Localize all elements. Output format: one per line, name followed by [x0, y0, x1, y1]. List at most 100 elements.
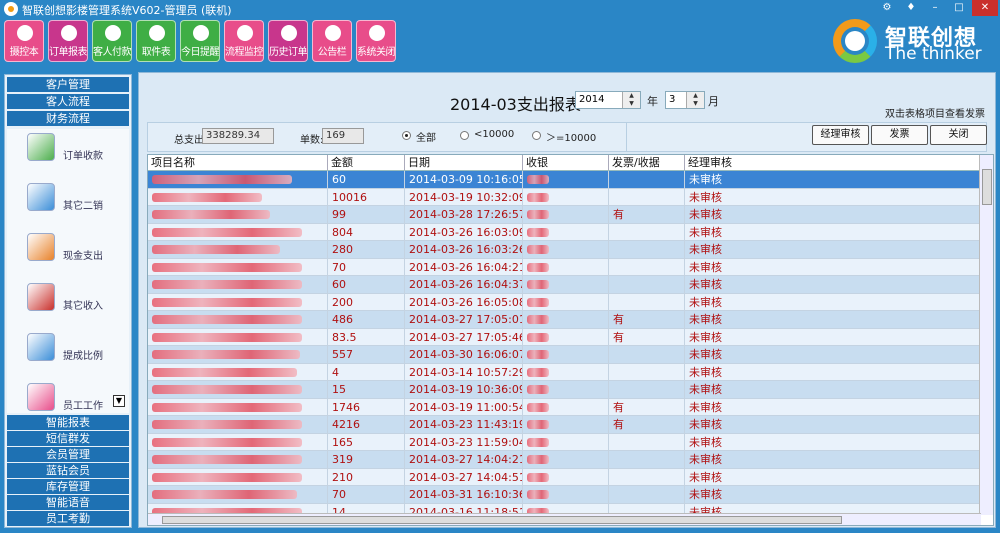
radio-all-label: 全部: [416, 133, 436, 144]
toolbar-button-7[interactable]: 公告栏: [312, 20, 352, 62]
month-spin-arrows[interactable]: ▲ ▼: [686, 92, 704, 108]
finance-item-3[interactable]: 其它收入: [27, 283, 127, 333]
cell-amount: 60: [328, 171, 405, 188]
table-row[interactable]: 557 2014-03-30 16:06:07 未审核: [148, 346, 980, 364]
close-report-button[interactable]: 关闭: [930, 125, 987, 145]
column-header[interactable]: 金额: [328, 155, 405, 170]
finance-item-icon: [27, 283, 55, 311]
table-row[interactable]: 280 2014-03-26 16:03:26 未审核: [148, 241, 980, 259]
radio-all[interactable]: [402, 131, 411, 140]
vertical-scrollbar[interactable]: [979, 155, 993, 515]
redacted-text: [527, 420, 549, 429]
table-row[interactable]: 70 2014-03-26 16:04:21 未审核: [148, 258, 980, 276]
year-spinner[interactable]: 2014 ▲ ▼: [575, 91, 641, 109]
sidebar-section-bottom-6[interactable]: 员工考勤: [7, 511, 129, 526]
cell-date: 2014-03-27 14:04:21: [405, 451, 523, 468]
sidebar-section-bottom-2[interactable]: 会员管理: [7, 447, 129, 462]
table-row[interactable]: 486 2014-03-27 17:05:01 有未审核: [148, 311, 980, 329]
cell-date: 2014-03-26 16:05:08: [405, 293, 523, 311]
redacted-text: [152, 315, 302, 324]
cell-invoice: [609, 486, 685, 503]
column-header[interactable]: 日期: [405, 155, 523, 170]
sidebar-section-1[interactable]: 客人流程: [7, 94, 129, 109]
table-row[interactable]: 165 2014-03-23 11:59:04 未审核: [148, 433, 980, 451]
cell-item-name-redacted: [148, 486, 328, 503]
package-icon: [149, 25, 165, 41]
report-title: 2014-03支出报表: [450, 95, 581, 114]
sidebar-section-0[interactable]: 客户管理: [7, 77, 129, 92]
finance-item-0[interactable]: 订单收款: [27, 133, 127, 183]
month-spinner[interactable]: 3 ▲ ▼: [665, 91, 705, 109]
redacted-text: [152, 367, 297, 377]
table-row[interactable]: 10016 2014-03-19 10:32:09 未审核: [148, 188, 980, 206]
cell-cashier-redacted: [523, 398, 609, 416]
toolbar-button-1[interactable]: 订单报表: [48, 20, 88, 62]
table-row[interactable]: 60 2014-03-09 10:16:05 未审核: [148, 171, 980, 189]
cell-cashier-redacted: [523, 293, 609, 311]
finance-item-icon: [27, 133, 55, 161]
sidebar-section-bottom-3[interactable]: 蓝钻会员: [7, 463, 129, 478]
sidebar-section-bottom-0[interactable]: 智能报表: [7, 415, 129, 430]
year-unit-label: 年: [647, 95, 658, 108]
redacted-text: [527, 455, 549, 464]
cell-invoice: [609, 258, 685, 276]
logo-en-text: The thinker: [885, 44, 982, 64]
redacted-text: [152, 297, 302, 307]
column-header[interactable]: 发票/收据: [609, 155, 685, 170]
redacted-text: [152, 210, 270, 219]
table-row[interactable]: 804 2014-03-26 16:03:09 未审核: [148, 223, 980, 241]
table-row[interactable]: 4216 2014-03-23 11:43:19 有未审核: [148, 416, 980, 434]
manager-approve-button[interactable]: 经理审核: [812, 125, 869, 145]
table-row[interactable]: 200 2014-03-26 16:05:08 未审核: [148, 293, 980, 311]
window-title: 智联创想影楼管理系统V602-管理员 (联机): [22, 4, 232, 17]
table-row[interactable]: 70 2014-03-31 16:10:36 未审核: [148, 486, 980, 504]
table-row[interactable]: 210 2014-03-27 14:04:51 未审核: [148, 468, 980, 486]
cell-date: 2014-03-31 16:10:36: [405, 486, 523, 503]
table-row[interactable]: 99 2014-03-28 17:26:57 有未审核: [148, 206, 980, 224]
toolbar-button-5[interactable]: 流程监控: [224, 20, 264, 62]
toolbar-button-2[interactable]: 客人付款: [92, 20, 132, 62]
cell-invoice: [609, 276, 685, 293]
finance-item-2[interactable]: 现金支出: [27, 233, 127, 283]
submenu-scroll-down-button[interactable]: ▼: [113, 395, 125, 407]
table-row[interactable]: 319 2014-03-27 14:04:21 未审核: [148, 451, 980, 469]
table-row[interactable]: 60 2014-03-26 16:04:37 未审核: [148, 276, 980, 294]
column-header[interactable]: 收银: [523, 155, 609, 170]
cell-item-name-redacted: [148, 206, 328, 223]
column-header[interactable]: 经理审核: [685, 155, 980, 170]
cell-invoice: [609, 451, 685, 468]
redacted-text: [152, 245, 280, 254]
finance-item-4[interactable]: 提成比例: [27, 333, 127, 383]
radio-lt-10000[interactable]: [460, 131, 469, 140]
sidebar-section-bottom-4[interactable]: 库存管理: [7, 479, 129, 494]
cell-date: 2014-03-26 16:04:21: [405, 258, 523, 276]
toolbar-button-4[interactable]: 今日提醒: [180, 20, 220, 62]
redacted-text: [152, 262, 302, 272]
toolbar-button-0[interactable]: 摄控本: [4, 20, 44, 62]
sidebar-section-2[interactable]: 财务流程: [7, 111, 129, 126]
sidebar-section-bottom-5[interactable]: 智能语音: [7, 495, 129, 510]
cell-approval: 未审核: [685, 398, 980, 416]
sidebar-section-bottom-1[interactable]: 短信群发: [7, 431, 129, 446]
cell-cashier-redacted: [523, 241, 609, 258]
invoice-button[interactable]: 发票: [871, 125, 928, 145]
toolbar-button-6[interactable]: 历史订单: [268, 20, 308, 62]
table-row[interactable]: 15 2014-03-19 10:36:09 未审核: [148, 381, 980, 399]
toolbar-button-8[interactable]: 系统关闭: [356, 20, 396, 62]
year-spin-arrows[interactable]: ▲ ▼: [622, 92, 640, 108]
table-row[interactable]: 1746 2014-03-19 11:00:54 有未审核: [148, 398, 980, 416]
column-header[interactable]: 项目名称: [148, 155, 328, 170]
redacted-text: [152, 420, 302, 429]
receipt-icon: [61, 25, 77, 41]
toolbar-button-3[interactable]: 取件表: [136, 20, 176, 62]
finance-item-1[interactable]: 其它二销: [27, 183, 127, 233]
radio-ge-10000[interactable]: [532, 131, 541, 140]
redacted-text: [152, 402, 302, 412]
redacted-text: [152, 437, 302, 447]
horizontal-scrollbar[interactable]: [148, 513, 981, 525]
history-icon: [281, 25, 297, 41]
cell-date: 2014-03-27 14:04:51: [405, 468, 523, 486]
table-row[interactable]: 83.5 2014-03-27 17:05:46 有未审核: [148, 328, 980, 346]
redacted-text: [527, 227, 549, 237]
table-row[interactable]: 4 2014-03-14 10:57:29 未审核: [148, 363, 980, 381]
